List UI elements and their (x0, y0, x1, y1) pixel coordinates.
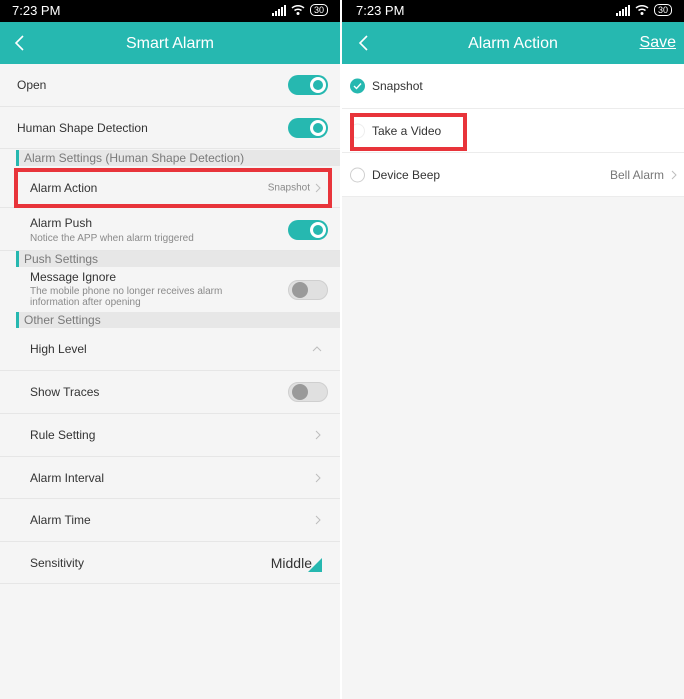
section-other-settings-label: Other Settings (24, 313, 101, 327)
status-time: 7:23 PM (12, 3, 61, 18)
section-alarm-settings-label: Alarm Settings (Human Shape Detection) (24, 151, 245, 165)
message-ignore-subtitle: The mobile phone no longer receives alar… (30, 286, 223, 308)
page-title: Alarm Action (468, 35, 558, 52)
sensitivity-row[interactable]: Sensitivity Middle (0, 542, 340, 584)
chevron-up-icon (312, 346, 322, 352)
chevron-right-icon (315, 473, 321, 482)
dropdown-corner-icon (308, 558, 322, 572)
alarm-time-label: Alarm Time (30, 513, 91, 527)
alarm-interval-row[interactable]: Alarm Interval (0, 457, 340, 499)
open-label: Open (17, 78, 47, 92)
alarm-push-title: Alarm Push (30, 216, 93, 230)
alarm-interval-label: Alarm Interval (30, 470, 105, 485)
message-ignore-title: Message Ignore (30, 270, 117, 284)
wifi-icon (291, 4, 305, 15)
title-bar: Smart Alarm (0, 22, 340, 64)
sensitivity-label: Sensitivity (30, 555, 85, 570)
message-ignore-toggle[interactable] (288, 280, 328, 300)
check-icon (350, 78, 365, 94)
section-other-settings: Other Settings (16, 312, 340, 328)
alarm-push-toggle[interactable] (288, 220, 328, 240)
human-shape-label: Human Shape Detection (17, 120, 148, 135)
option-snapshot[interactable]: Snapshot (342, 64, 684, 109)
section-push-settings-label: Push Settings (24, 252, 99, 266)
highlight-box-alarm-action (14, 168, 332, 208)
option-device-beep-label: Device Beep (372, 167, 441, 182)
signal-icon (615, 4, 630, 16)
alarm-push-label: Alarm Push Notice the APP when alarm trig… (30, 216, 194, 244)
device-beep-value: Bell Alarm (609, 167, 664, 182)
smart-alarm-screen: 7:23 PM 30 Smart Alarm Open Human Shape … (0, 0, 340, 699)
status-bar: 7:23 PM 30 (342, 0, 684, 22)
save-button[interactable]: Save (640, 34, 676, 52)
high-level-label: High Level (30, 342, 87, 356)
chevron-right-icon (671, 170, 677, 179)
wifi-icon (635, 4, 649, 15)
signal-icon (271, 4, 286, 16)
page-title: Smart Alarm (125, 35, 214, 52)
rule-setting-label: Rule Setting (30, 428, 96, 442)
option-snapshot-label: Snapshot (372, 79, 423, 93)
alarm-action-screen: 7:23 PM 30 Alarm Action Save Snapshot Ta… (342, 0, 684, 699)
radio-unchecked-icon (350, 167, 365, 182)
alarm-push-row: Alarm Push Notice the APP when alarm trig… (0, 210, 340, 251)
battery-icon: 30 (653, 4, 672, 16)
option-device-beep[interactable]: Device Beep Bell Alarm (342, 153, 684, 197)
battery-icon: 30 (309, 4, 328, 16)
rule-setting-row[interactable]: Rule Setting (0, 414, 340, 457)
high-level-row[interactable]: High Level (0, 328, 340, 371)
alarm-time-row[interactable]: Alarm Time (0, 499, 340, 542)
open-row: Open (0, 64, 340, 107)
show-traces-label: Show Traces (30, 385, 100, 399)
sensitivity-value: Middle (270, 554, 312, 571)
section-alarm-settings: Alarm Settings (Human Shape Detection) (16, 150, 340, 166)
message-ignore-label: Message Ignore The mobile phone no longer… (30, 270, 250, 308)
title-bar: Alarm Action Save (342, 22, 684, 64)
show-traces-toggle[interactable] (288, 382, 328, 402)
chevron-right-icon (315, 515, 321, 525)
show-traces-row: Show Traces (0, 371, 340, 414)
status-bar: 7:23 PM 30 (0, 0, 340, 22)
chevron-right-icon (315, 430, 321, 440)
open-toggle[interactable] (288, 75, 328, 95)
highlight-box-take-video (350, 113, 467, 151)
section-push-settings: Push Settings (16, 251, 340, 267)
alarm-push-subtitle: Notice the APP when alarm triggered (30, 233, 194, 244)
human-shape-toggle[interactable] (288, 118, 328, 138)
message-ignore-row: Message Ignore The mobile phone no longer… (0, 268, 340, 310)
status-time: 7:23 PM (356, 3, 405, 18)
human-shape-row: Human Shape Detection (0, 107, 340, 149)
